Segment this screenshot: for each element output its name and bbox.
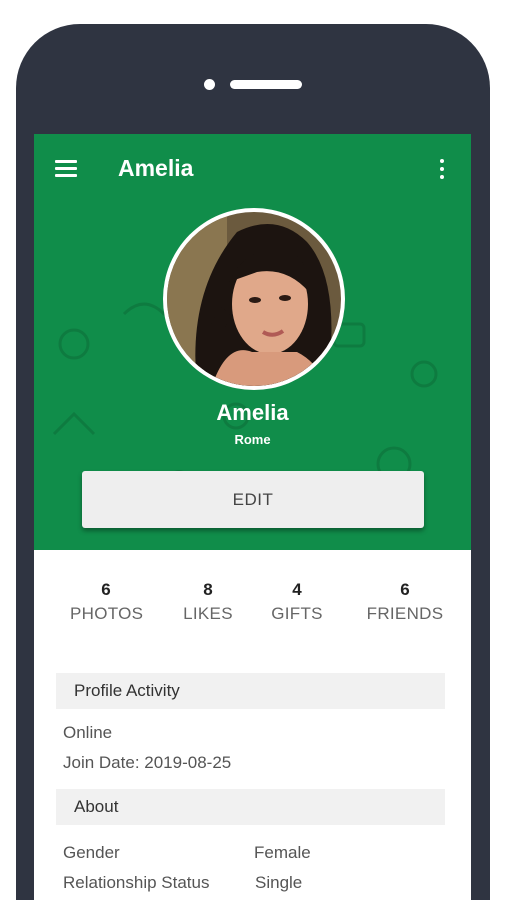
profile-stats: 6 PHOTOS 8 LIKES 4 GIFTS 6 FRIENDS xyxy=(34,579,471,631)
stat-count: 6 xyxy=(400,580,410,599)
section-header-profile-activity: Profile Activity xyxy=(56,673,445,709)
stat-count: 6 xyxy=(101,580,111,599)
profile-header: Amelia Amelia Rome EDIT xyxy=(34,134,471,550)
phone-frame: Amelia Amelia Rome EDIT 6 PHOTOS 8 LIKES… xyxy=(16,24,490,900)
avatar[interactable] xyxy=(163,208,345,390)
about-label-relationship: Relationship Status xyxy=(63,873,210,892)
about-label-gender: Gender xyxy=(63,843,120,862)
app-screen: Amelia Amelia Rome EDIT 6 PHOTOS 8 LIKES… xyxy=(34,134,471,900)
section-header-about: About xyxy=(56,789,445,825)
camera-dot xyxy=(204,79,215,90)
stat-count: 8 xyxy=(203,580,213,599)
stat-friends[interactable]: 6 FRIENDS xyxy=(360,579,450,627)
about-value-relationship: Single xyxy=(255,873,303,892)
more-vert-icon[interactable] xyxy=(437,158,447,180)
profile-city: Rome xyxy=(234,432,271,447)
menu-icon[interactable] xyxy=(54,159,80,179)
speaker-grille xyxy=(230,80,302,89)
edit-button[interactable]: EDIT xyxy=(82,471,424,528)
profile-name: Amelia xyxy=(216,400,289,425)
join-date: Join Date: 2019-08-25 xyxy=(63,753,232,772)
stat-label: GIFTS xyxy=(271,604,323,623)
stat-gifts[interactable]: 4 GIFTS xyxy=(270,579,324,627)
about-value-gender: Female xyxy=(254,843,311,862)
stat-label: FRIENDS xyxy=(366,604,444,623)
online-status: Online xyxy=(63,723,113,742)
avatar-photo xyxy=(167,212,341,386)
stat-count: 4 xyxy=(292,580,302,599)
stat-label: PHOTOS xyxy=(70,604,144,623)
stat-likes[interactable]: 8 LIKES xyxy=(180,579,236,627)
stat-label: LIKES xyxy=(183,604,233,623)
app-bar-title: Amelia xyxy=(118,155,194,181)
stat-photos[interactable]: 6 PHOTOS xyxy=(70,579,144,627)
